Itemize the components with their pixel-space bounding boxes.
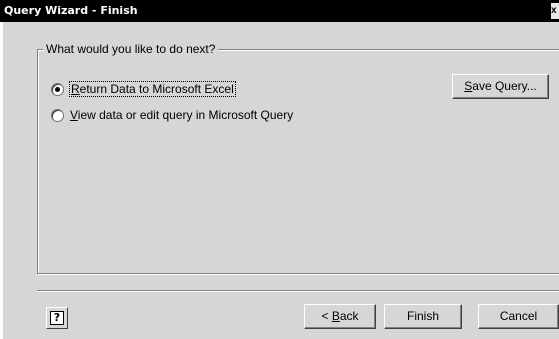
radio-return-data-icon[interactable] xyxy=(51,82,64,96)
window-edge xyxy=(0,0,3,339)
cancel-button[interactable]: Cancel xyxy=(478,304,559,329)
finish-button[interactable]: Finish xyxy=(384,304,462,329)
query-wizard-dialog: Query Wizard - Finish x What would you l… xyxy=(0,0,559,339)
radio-view-edit-query-icon[interactable] xyxy=(51,108,64,122)
back-button[interactable]: < Back xyxy=(304,304,376,329)
window-title: Query Wizard - Finish xyxy=(4,4,138,17)
help-button[interactable]: ? xyxy=(46,307,68,329)
option-return-data-label[interactable]: Return Data to Microsoft Excel xyxy=(69,81,236,97)
option-view-edit-query-label[interactable]: View data or edit query in Microsoft Que… xyxy=(70,108,293,122)
save-query-button[interactable]: Save Query... xyxy=(452,74,549,99)
footer-separator xyxy=(37,290,559,292)
title-bar[interactable]: Query Wizard - Finish x xyxy=(0,0,559,22)
group-legend: What would you like to do next? xyxy=(43,42,219,56)
close-icon[interactable]: x xyxy=(551,3,559,19)
option-view-edit-query[interactable]: View data or edit query in Microsoft Que… xyxy=(51,107,293,123)
help-icon: ? xyxy=(50,311,64,325)
option-return-data[interactable]: Return Data to Microsoft Excel xyxy=(51,81,236,97)
